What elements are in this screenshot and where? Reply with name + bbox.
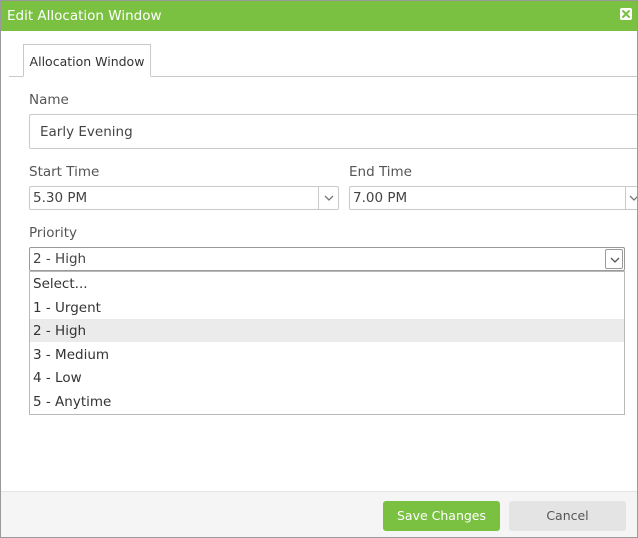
end-time-label: End Time — [349, 164, 412, 180]
tab-allocation-window[interactable]: Allocation Window — [23, 44, 151, 77]
start-time-label: Start Time — [29, 164, 100, 180]
priority-option[interactable]: 4 - Low — [30, 366, 624, 389]
priority-dropdown-list: Select... 1 - Urgent 2 - High 3 - Medium… — [29, 271, 625, 415]
close-icon[interactable] — [620, 8, 632, 20]
start-time-value: 5.30 PM — [33, 190, 88, 206]
dialog-titlebar: Edit Allocation Window — [1, 1, 637, 31]
priority-option[interactable]: Select... — [30, 272, 624, 295]
priority-select[interactable]: 2 - High — [29, 247, 625, 271]
priority-option-selected[interactable]: 2 - High — [30, 319, 624, 342]
chevron-down-icon[interactable] — [605, 249, 623, 269]
start-time-select[interactable]: 5.30 PM — [29, 186, 339, 210]
end-time-select[interactable]: 7.00 PM — [349, 186, 637, 210]
dialog-title: Edit Allocation Window — [7, 8, 162, 24]
priority-option[interactable]: 3 - Medium — [30, 343, 624, 366]
priority-label: Priority — [29, 225, 78, 241]
name-input[interactable]: Early Evening — [29, 114, 637, 149]
cancel-button[interactable]: Cancel — [509, 501, 626, 531]
edit-allocation-window-dialog: Edit Allocation Window Allocation Window… — [0, 0, 638, 538]
priority-option[interactable]: 5 - Anytime — [30, 390, 624, 413]
chevron-down-icon[interactable] — [318, 187, 338, 209]
name-label: Name — [29, 92, 69, 108]
priority-option[interactable]: 1 - Urgent — [30, 296, 624, 319]
save-changes-button[interactable]: Save Changes — [383, 501, 500, 531]
chevron-down-icon[interactable] — [625, 187, 637, 209]
priority-value: 2 - High — [33, 251, 87, 267]
end-time-value: 7.00 PM — [353, 190, 408, 206]
